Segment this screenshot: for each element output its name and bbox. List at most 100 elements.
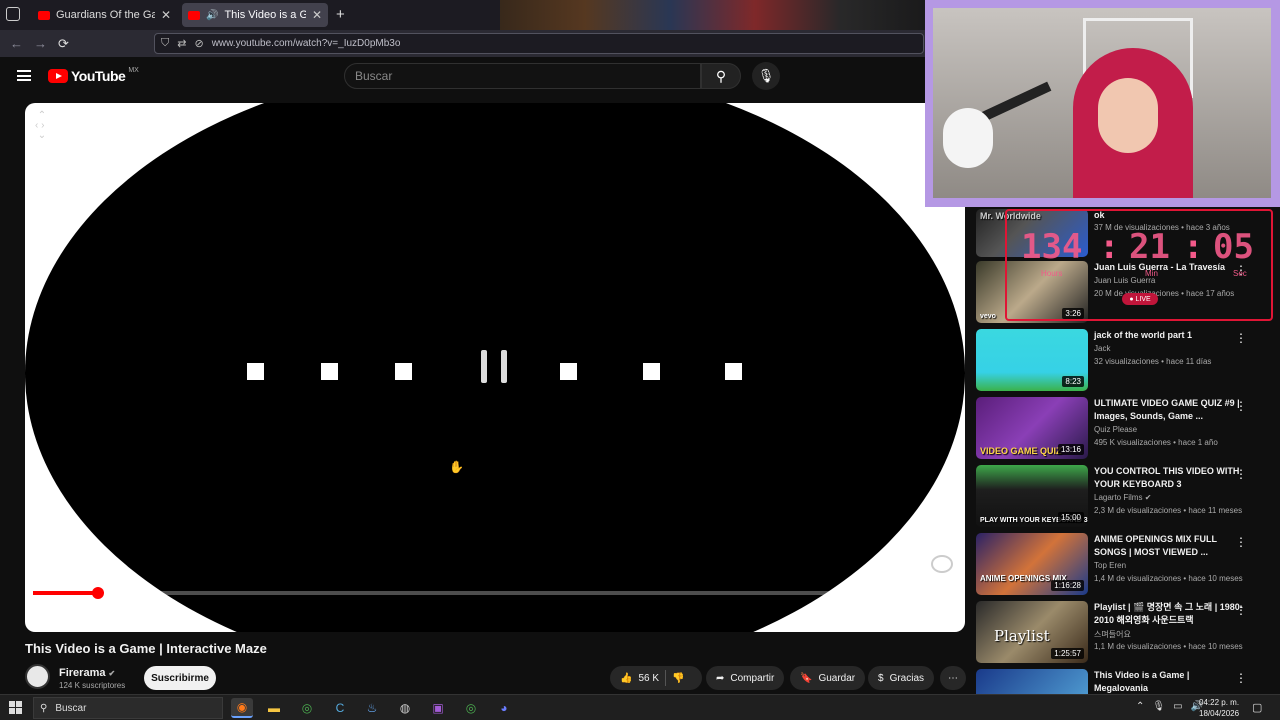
- reload-icon[interactable]: ⟳: [58, 36, 69, 52]
- search-input[interactable]: Buscar: [344, 63, 701, 89]
- progress-bar[interactable]: [33, 591, 958, 595]
- shield-icon[interactable]: ⛉: [161, 37, 169, 50]
- chrome-icon[interactable]: ◎: [460, 698, 482, 718]
- network-icon[interactable]: ▭: [1173, 701, 1182, 712]
- theater-mode-icon[interactable]: ▭: [899, 605, 911, 621]
- chrome-icon[interactable]: ◎: [296, 698, 318, 718]
- more-options-icon[interactable]: ⋮: [1235, 671, 1247, 685]
- video-duration: 15:00: [1057, 512, 1084, 523]
- video-thumbnail[interactable]: 8:23: [976, 329, 1088, 391]
- youtube-favicon-icon: [38, 10, 50, 20]
- windows-start-icon[interactable]: [9, 701, 22, 714]
- app-icon[interactable]: ▣: [427, 698, 449, 718]
- ccleaner-icon[interactable]: C: [329, 698, 351, 718]
- youtube-logo[interactable]: YouTube MX: [48, 66, 139, 84]
- video-thumbnail[interactable]: [976, 669, 1088, 694]
- more-options-icon[interactable]: ⋮: [1235, 467, 1247, 481]
- counter-minutes: 21: [1129, 227, 1170, 267]
- tab-list-icon[interactable]: [6, 7, 20, 21]
- back-arrow-icon[interactable]: ←: [10, 36, 23, 51]
- progress-scrubber[interactable]: [91, 587, 104, 599]
- save-button[interactable]: 🔖 Guardar: [790, 666, 866, 690]
- video-title[interactable]: Playlist | 🎬 명장면 속 그 노래 | 1980-2010 해외영화…: [1094, 601, 1244, 627]
- subtitles-icon[interactable]: ▤: [835, 605, 847, 621]
- voice-search-button[interactable]: 🎙: [752, 62, 780, 90]
- more-options-icon[interactable]: ⋮: [1235, 399, 1247, 413]
- webcam-overlay: [925, 0, 1280, 207]
- search-button[interactable]: ⚲: [701, 63, 741, 89]
- channel-name-text: Firerama: [59, 667, 106, 679]
- share-button[interactable]: ➦ Compartir: [706, 666, 785, 690]
- timecode: 0:04 / 0:56: [110, 608, 158, 619]
- more-icon: ⋯: [948, 672, 958, 684]
- file-explorer-icon[interactable]: ▬: [263, 698, 285, 718]
- forward-arrow-icon[interactable]: →: [34, 36, 47, 51]
- firefox-icon[interactable]: ◉: [231, 698, 253, 718]
- video-thumbnail[interactable]: VIDEO GAME QUIZ 13:16: [976, 397, 1088, 459]
- video-title[interactable]: YOU CONTROL THIS VIDEO WITH YOUR KEYBOAR…: [1094, 465, 1244, 491]
- recommendation-item[interactable]: ANIME OPENINGS MIX 1:16:28 ANIME OPENING…: [976, 533, 1266, 597]
- subscribe-button[interactable]: Suscribirme: [144, 666, 216, 690]
- video-title[interactable]: ULTIMATE VIDEO GAME QUIZ #9 | Images, So…: [1094, 397, 1244, 423]
- video-thumbnail[interactable]: PLAY WITH YOUR KEYBOARD 3 15:00: [976, 465, 1088, 527]
- recommendation-item[interactable]: This Video is a Game | Megalovania ⋮: [976, 669, 1266, 694]
- more-options-icon[interactable]: ⋮: [1235, 331, 1247, 345]
- recommendation-item[interactable]: VIDEO GAME QUIZ 13:16 ULTIMATE VIDEO GAM…: [976, 397, 1266, 461]
- recommendation-item[interactable]: Playlist 1:25:57 Playlist | 🎬 명장면 속 그 노래…: [976, 601, 1266, 665]
- menu-icon[interactable]: [17, 70, 31, 81]
- taskbar-search-input[interactable]: ⚲ Buscar: [33, 697, 223, 719]
- video-thumbnail[interactable]: ANIME OPENINGS MIX 1:16:28: [976, 533, 1088, 595]
- like-icon[interactable]: 👍: [620, 673, 632, 684]
- mic-icon[interactable]: 🎙: [1152, 701, 1165, 712]
- video-title[interactable]: ANIME OPENINGS MIX FULL SONGS | MOST VIE…: [1094, 533, 1244, 559]
- system-clock[interactable]: 04:22 p. m. 18/04/2026: [1199, 697, 1239, 719]
- pause-button[interactable]: ❚❚: [33, 601, 59, 627]
- new-tab-button[interactable]: +: [336, 6, 345, 23]
- recommendation-item[interactable]: PLAY WITH YOUR KEYBOARD 3 15:00 YOU CONT…: [976, 465, 1266, 529]
- channel-name[interactable]: Top Eren: [1094, 561, 1126, 570]
- channel-name[interactable]: Jack: [1094, 344, 1110, 353]
- country-code: MX: [128, 66, 139, 74]
- no-tracking-icon[interactable]: ⊘: [194, 37, 203, 50]
- video-thumbnail[interactable]: Playlist 1:25:57: [976, 601, 1088, 663]
- steam-icon[interactable]: ♨: [361, 698, 383, 718]
- player-controls: ❚❚ ◀ 0:04 / 0:56 ⏸ ▤ ⚙ ▭ ⤢: [25, 599, 965, 632]
- channel-name[interactable]: Quiz Please: [1094, 425, 1137, 434]
- url-bar[interactable]: ⛉ ⇄ ⊘ www.youtube.com/watch?v=_IuzD0pMb3…: [154, 33, 924, 54]
- save-label: Guardar: [818, 672, 856, 684]
- channel-avatar[interactable]: [25, 664, 50, 689]
- fullscreen-icon[interactable]: ⤢: [931, 605, 941, 621]
- recommendation-item[interactable]: 8:23 jack of the world part 1 Jack 32 vi…: [976, 329, 1266, 393]
- robot-icon: [931, 555, 953, 573]
- channel-name[interactable]: Lagarto Films ✔: [1094, 493, 1151, 502]
- settings-gear-icon[interactable]: ⚙: [867, 605, 879, 621]
- close-icon[interactable]: ✕: [312, 8, 322, 22]
- like-dislike-group: 👍 56 K 👎: [610, 666, 702, 690]
- min-label: Min: [1145, 269, 1158, 278]
- more-actions-button[interactable]: ⋯: [940, 666, 966, 690]
- video-player[interactable]: ⌃ ‹ › ⌄ ✋ ❚❚ ◀ 0:04 / 0:56 ⏸ ▤ ⚙ ▭ ⤢: [25, 103, 965, 632]
- more-options-icon[interactable]: ⋮: [1235, 535, 1247, 549]
- channel-name[interactable]: Firerama ✔: [59, 667, 115, 679]
- volume-button[interactable]: ◀: [67, 601, 93, 627]
- like-count[interactable]: 56 K: [638, 673, 659, 684]
- video-title[interactable]: This Video is a Game | Megalovania: [1094, 669, 1244, 694]
- close-icon[interactable]: ✕: [161, 8, 171, 22]
- thanks-button[interactable]: $ Gracias: [868, 666, 935, 690]
- mic-icon: 🎙: [757, 68, 775, 83]
- autoplay-toggle-icon[interactable]: ⏸: [801, 605, 808, 621]
- tab-guardians[interactable]: Guardians Of the Galaxy (A ✕: [32, 3, 177, 27]
- speaker-icon[interactable]: 🔊: [206, 10, 218, 21]
- more-options-icon[interactable]: ⋮: [1235, 603, 1247, 617]
- channel-name-text: Lagarto Films: [1094, 493, 1143, 502]
- channel-name[interactable]: 스며들어요: [1094, 629, 1131, 640]
- notifications-icon[interactable]: ▢: [1252, 701, 1262, 714]
- tab-this-video[interactable]: 🔊 This Video is a Game | Intera ✕: [182, 3, 328, 27]
- progress-fill: [33, 591, 98, 595]
- dislike-icon[interactable]: 👎: [672, 673, 684, 684]
- obs-icon[interactable]: ◍: [394, 698, 416, 718]
- permissions-icon[interactable]: ⇄: [177, 37, 186, 50]
- chevron-up-icon[interactable]: ⌃: [1136, 701, 1144, 712]
- discord-icon[interactable]: ◕: [493, 698, 515, 718]
- video-title[interactable]: jack of the world part 1: [1094, 329, 1244, 342]
